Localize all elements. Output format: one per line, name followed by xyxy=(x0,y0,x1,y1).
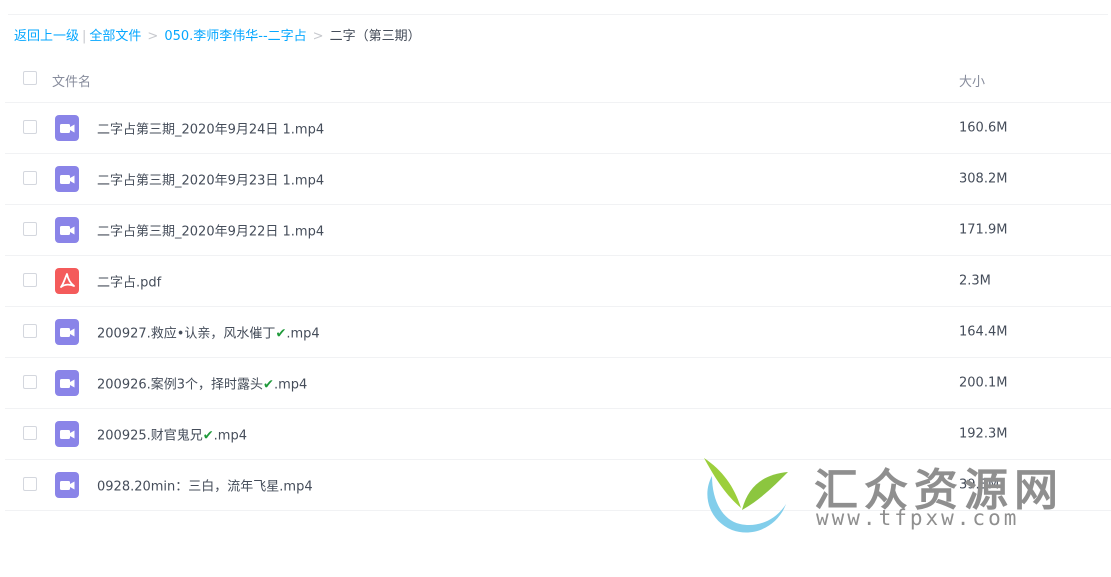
file-name[interactable]: 二字占第三期_2020年9月22日 1.mp4 xyxy=(97,221,324,240)
breadcrumb-back-link[interactable]: 返回上一级 xyxy=(14,29,79,44)
file-name[interactable]: 二字占第三期_2020年9月23日 1.mp4 xyxy=(97,170,324,189)
check-mark-icon: ✔ xyxy=(202,428,214,444)
file-checkbox[interactable] xyxy=(23,375,37,389)
file-list: 文件名 大小 二字占第三期_2020年9月24日 1.mp4 160.6M 二字占第… xyxy=(5,55,1111,511)
file-list-header: 文件名 大小 xyxy=(5,55,1111,103)
file-checkbox[interactable] xyxy=(23,324,37,338)
file-size: 2.3M xyxy=(959,273,991,289)
file-name[interactable]: 200927.救应•认亲，风水催丁✔.mp4 xyxy=(97,323,320,342)
file-row[interactable]: 200926.案例3个，择时露头✔.mp4 200.1M xyxy=(5,358,1111,409)
file-size: 200.1M xyxy=(959,375,1008,391)
select-all-checkbox[interactable] xyxy=(23,70,37,85)
file-size: 160.6M xyxy=(959,120,1008,136)
file-checkbox[interactable] xyxy=(23,477,37,491)
file-row[interactable]: 二字占第三期_2020年9月23日 1.mp4 308.2M xyxy=(5,154,1111,205)
file-size: 39.3M xyxy=(959,477,1000,493)
file-name[interactable]: 0928.20min：三白，流年飞星.mp4 xyxy=(97,476,313,495)
file-checkbox[interactable] xyxy=(23,273,37,287)
video-file-icon xyxy=(55,166,79,192)
file-row[interactable]: 200927.救应•认亲，风水催丁✔.mp4 164.4M xyxy=(5,307,1111,358)
file-name[interactable]: 二字占第三期_2020年9月24日 1.mp4 xyxy=(97,119,324,138)
breadcrumb-all-files-link[interactable]: 全部文件 xyxy=(89,29,141,44)
file-size: 164.4M xyxy=(959,324,1008,340)
file-checkbox[interactable] xyxy=(23,222,37,236)
breadcrumb-separator: > xyxy=(147,29,159,44)
video-file-icon xyxy=(55,319,79,345)
check-mark-icon: ✔ xyxy=(275,326,287,342)
video-file-icon xyxy=(55,370,79,396)
breadcrumb-separator: > xyxy=(312,29,324,44)
file-checkbox[interactable] xyxy=(23,120,37,134)
file-checkbox[interactable] xyxy=(23,426,37,440)
file-row[interactable]: 二字占.pdf 2.3M xyxy=(5,256,1111,307)
video-file-icon xyxy=(55,421,79,447)
breadcrumb-pipe: | xyxy=(82,29,87,44)
file-size: 192.3M xyxy=(959,426,1008,442)
file-checkbox[interactable] xyxy=(23,171,37,185)
column-header-size[interactable]: 大小 xyxy=(959,71,985,90)
file-row[interactable]: 200925.财官鬼兄✔.mp4 192.3M xyxy=(5,409,1111,460)
video-file-icon xyxy=(55,115,79,141)
breadcrumb: 返回上一级 | 全部文件 >050.李师李伟华--二字占 > 二字（第三期） xyxy=(14,28,421,46)
video-file-icon xyxy=(55,472,79,498)
top-divider xyxy=(8,14,1108,15)
file-name[interactable]: 200925.财官鬼兄✔.mp4 xyxy=(97,425,247,444)
file-row[interactable]: 二字占第三期_2020年9月24日 1.mp4 160.6M xyxy=(5,103,1111,154)
video-file-icon xyxy=(55,217,79,243)
check-mark-icon: ✔ xyxy=(263,377,274,393)
file-name[interactable]: 二字占.pdf xyxy=(97,272,161,291)
column-header-name[interactable]: 文件名 xyxy=(52,71,91,90)
breadcrumb-current: 二字（第三期） xyxy=(329,29,421,44)
file-size: 308.2M xyxy=(959,171,1008,187)
file-name[interactable]: 200926.案例3个，择时露头✔.mp4 xyxy=(97,374,307,393)
file-row[interactable]: 二字占第三期_2020年9月22日 1.mp4 171.9M xyxy=(5,205,1111,256)
file-size: 171.9M xyxy=(959,222,1008,238)
file-row[interactable]: 0928.20min：三白，流年飞星.mp4 39.3M xyxy=(5,460,1111,511)
pdf-file-icon xyxy=(55,268,79,294)
breadcrumb-folder-link[interactable]: 050.李师李伟华--二字占 xyxy=(164,29,306,44)
